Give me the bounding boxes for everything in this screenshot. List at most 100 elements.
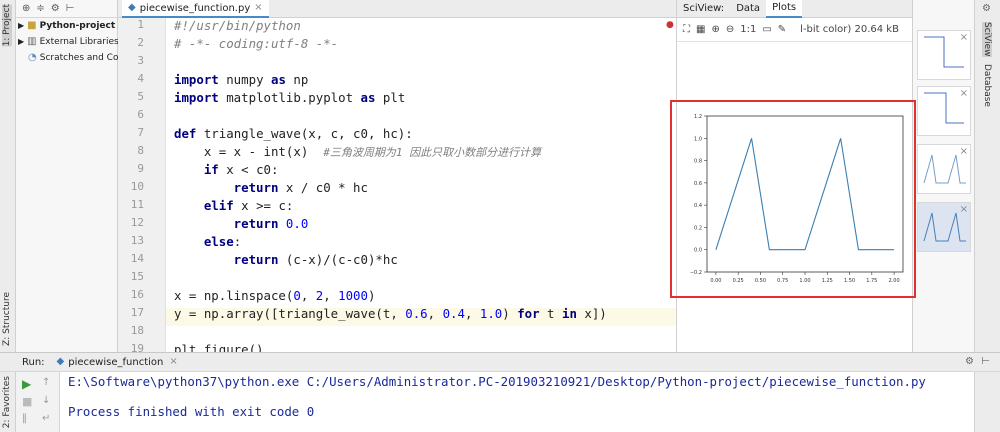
sciview-title: SciView: bbox=[683, 3, 725, 14]
editor-tab-bar: ◆ piecewise_function.py × bbox=[118, 0, 676, 18]
zoom-out-icon[interactable]: ⊖ bbox=[726, 24, 734, 35]
plot-thumbnails: × × × × bbox=[912, 0, 974, 352]
fit-icon[interactable]: ⛶ bbox=[683, 24, 690, 35]
stop-icon[interactable]: ■ bbox=[22, 396, 32, 407]
tab-piecewise-function[interactable]: ◆ piecewise_function.py × bbox=[122, 0, 269, 18]
folder-icon: ■ bbox=[27, 20, 37, 31]
close-icon[interactable]: × bbox=[960, 205, 968, 215]
color-picker-icon[interactable]: ✎ bbox=[778, 24, 786, 35]
line-number: 1 bbox=[137, 18, 144, 31]
rerun-icon[interactable]: ▶ bbox=[22, 378, 31, 390]
code-line: return 0.0 bbox=[174, 216, 309, 231]
line-number: 18 bbox=[130, 324, 144, 337]
scroll-down-icon[interactable]: ↓ bbox=[42, 396, 50, 406]
line-number: 11 bbox=[130, 198, 144, 211]
left-tool-strip: 1: Project Z: Structure bbox=[0, 0, 16, 352]
python-file-icon: ◆ bbox=[56, 356, 65, 367]
line-number: 2 bbox=[137, 36, 144, 49]
line-number: 4 bbox=[137, 72, 144, 85]
gear-icon[interactable]: ⚙ bbox=[982, 4, 991, 14]
code-line: return (c-x)/(c-c0)*hc bbox=[174, 252, 398, 267]
target-icon[interactable]: ⊕ bbox=[22, 3, 30, 14]
project-tool-tab[interactable]: 1: Project bbox=[2, 4, 12, 47]
run-config-tab[interactable]: piecewise_function bbox=[68, 357, 163, 368]
plot-thumbnail[interactable]: × bbox=[917, 144, 971, 194]
code-line: x = x - int(x) #三角波周期为1 因此只取小数部分进行计算 bbox=[174, 144, 542, 159]
line-number: 12 bbox=[130, 216, 144, 229]
left-tool-strip-bottom: 2: Favorites bbox=[0, 372, 16, 432]
right-tool-strip-bottom bbox=[974, 372, 1000, 432]
tree-item-project[interactable]: ▶ ■ Python-project bbox=[16, 18, 117, 34]
favorites-tool-tab[interactable]: 2: Favorites bbox=[2, 376, 12, 428]
code-line: x = np.linspace(0, 2, 1000) bbox=[174, 288, 376, 303]
tree-item-label: Scratches and Co bbox=[39, 53, 119, 63]
close-icon[interactable]: × bbox=[169, 357, 177, 367]
right-tool-strip: ⚙ SciView Database bbox=[974, 0, 1000, 352]
code-line: else: bbox=[174, 234, 242, 249]
structure-tool-tab[interactable]: Z: Structure bbox=[2, 292, 12, 346]
gear-icon[interactable]: ⚙ bbox=[51, 3, 60, 14]
collapse-icon[interactable]: ≑ bbox=[36, 3, 44, 14]
tab-plots[interactable]: Plots bbox=[766, 0, 803, 18]
actual-size-button[interactable]: 1:1 bbox=[740, 24, 756, 35]
run-label: Run: bbox=[22, 356, 45, 368]
plot-thumbnail[interactable]: × bbox=[917, 30, 971, 80]
gear-icon[interactable]: ⚙ bbox=[965, 357, 974, 367]
hide-icon[interactable]: ⊢ bbox=[981, 357, 990, 367]
project-toolbar: ⊕ ≑ ⚙ ⊢ bbox=[16, 0, 117, 18]
console-exit-line: Process finished with exit code 0 bbox=[68, 404, 315, 419]
tab-data[interactable]: Data bbox=[730, 0, 766, 18]
wrap-icon[interactable]: ↵ bbox=[42, 414, 50, 424]
tree-item-label: External Libraries bbox=[39, 37, 119, 47]
code-line: import matplotlib.pyplot as plt bbox=[174, 90, 406, 105]
run-console[interactable]: E:\Software\python37\python.exe C:/Users… bbox=[60, 372, 974, 432]
sciview-header: SciView: Data Plots bbox=[677, 0, 912, 18]
line-number: 9 bbox=[137, 162, 144, 175]
close-icon[interactable]: × bbox=[960, 147, 968, 157]
hide-icon[interactable]: ⊢ bbox=[66, 3, 75, 14]
code-line: if x < c0: bbox=[174, 162, 279, 177]
expand-arrow-icon[interactable]: ▶ bbox=[18, 22, 24, 30]
library-icon: ▥ bbox=[27, 36, 37, 47]
code-line: def triangle_wave(x, c, c0, hc): bbox=[174, 126, 413, 141]
tree-item-scratches[interactable]: ◔ Scratches and Co bbox=[16, 50, 119, 66]
expand-arrow-icon[interactable]: ▶ bbox=[18, 38, 24, 46]
pause-icon[interactable]: ‖ bbox=[22, 414, 27, 424]
line-number: 17 bbox=[130, 306, 144, 319]
sciview-tool-tab[interactable]: SciView bbox=[982, 22, 992, 57]
highlight-box bbox=[670, 100, 916, 298]
code-line: return x / c0 * hc bbox=[174, 180, 368, 195]
line-number: 10 bbox=[130, 180, 144, 193]
close-icon[interactable]: × bbox=[960, 89, 968, 99]
code-line: # -*- coding:utf-8 -*- bbox=[174, 36, 339, 51]
zoom-in-icon[interactable]: ⊕ bbox=[711, 24, 719, 35]
scratch-icon: ◔ bbox=[28, 52, 37, 63]
run-actions: ▶ ↑ ■ ↓ ‖ ↵ bbox=[16, 372, 60, 432]
console-command-line: E:\Software\python37\python.exe C:/Users… bbox=[68, 374, 926, 389]
line-number: 13 bbox=[130, 234, 144, 247]
scroll-up-icon[interactable]: ↑ bbox=[42, 378, 50, 388]
tab-label: piecewise_function.py bbox=[139, 2, 251, 14]
code-line: import numpy as np bbox=[174, 72, 309, 87]
database-tool-tab[interactable]: Database bbox=[982, 64, 992, 107]
line-number: 14 bbox=[130, 252, 144, 265]
line-number: 8 bbox=[137, 144, 144, 157]
code-editor[interactable]: 1 2 3 4 5 6 7 8 9 10 11 12 13 14 15 16 1… bbox=[118, 18, 676, 357]
code-line: elif x >= c: bbox=[174, 198, 294, 213]
python-file-icon: ◆ bbox=[128, 2, 136, 13]
close-icon[interactable]: × bbox=[960, 33, 968, 43]
image-info: l-bit color) 20.64 kB bbox=[800, 24, 899, 35]
line-number: 15 bbox=[130, 270, 144, 283]
fit-screen-icon[interactable]: ▭ bbox=[762, 24, 771, 35]
plot-thumbnail-selected[interactable]: × bbox=[917, 202, 971, 252]
line-number: 7 bbox=[137, 126, 144, 139]
close-icon[interactable]: × bbox=[254, 3, 262, 13]
line-number: 5 bbox=[137, 90, 144, 103]
line-number: 16 bbox=[130, 288, 144, 301]
error-icon[interactable]: ● bbox=[666, 21, 674, 30]
grid-icon[interactable]: ▦ bbox=[696, 24, 705, 35]
line-gutter: 1 2 3 4 5 6 7 8 9 10 11 12 13 14 15 16 1… bbox=[118, 18, 166, 355]
line-number: 6 bbox=[137, 108, 144, 121]
tree-item-external-libraries[interactable]: ▶ ▥ External Libraries bbox=[16, 34, 119, 50]
plot-thumbnail[interactable]: × bbox=[917, 86, 971, 136]
